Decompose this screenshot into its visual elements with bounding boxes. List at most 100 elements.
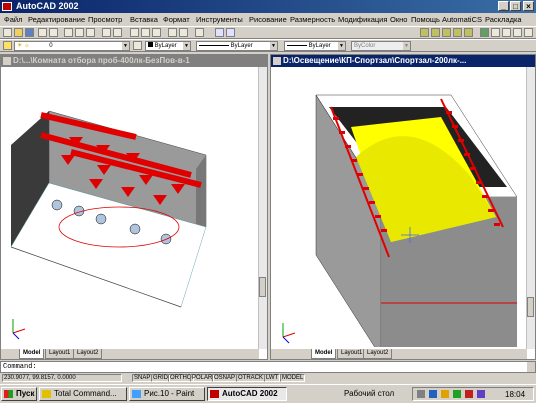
menu-automatics[interactable]: AutomatiCS (442, 15, 482, 24)
minimize-button[interactable]: _ (498, 1, 509, 11)
hidden-icon[interactable] (442, 28, 451, 37)
tab-layout1[interactable]: Layout1 (45, 349, 75, 359)
cube-icon[interactable] (420, 28, 429, 37)
coordinates-readout[interactable]: 230.9077, 99.8157, 0.0000 (2, 374, 122, 382)
preview-icon[interactable] (49, 28, 58, 37)
right-window-title-bar[interactable]: D:\Освещение\КП-Спортзал\Спортзал-200лк-… (271, 55, 535, 67)
wireframe-icon[interactable] (431, 28, 440, 37)
taskbar-item-autocad[interactable]: AutoCAD 2002 (207, 387, 287, 401)
left-viewport[interactable] (1, 67, 259, 347)
tab-layout2[interactable]: Layout2 (363, 349, 393, 359)
right-viewport[interactable] (271, 67, 527, 347)
make-current-icon[interactable] (133, 41, 142, 50)
menu-insert[interactable]: Вставка (130, 15, 158, 24)
tab-model[interactable]: Model (311, 349, 337, 359)
plotstyle-value: ByColor (354, 43, 376, 49)
menu-layout[interactable]: Раскладка (485, 15, 522, 24)
color-combo[interactable]: ByLayer ▼ (145, 41, 191, 51)
view-iso-icon[interactable] (513, 28, 522, 37)
help-icon[interactable] (195, 28, 204, 37)
zoom-icon[interactable] (141, 28, 150, 37)
tab-layout2[interactable]: Layout2 (73, 349, 103, 359)
taskbar-item-paint[interactable]: Рис.10 - Paint (129, 387, 205, 401)
open-icon[interactable] (14, 28, 23, 37)
menu-format[interactable]: Формат (163, 15, 190, 24)
lineweight-combo[interactable]: ByLayer ▼ (284, 41, 346, 51)
flat-shade-icon[interactable] (453, 28, 462, 37)
tray-icon-c[interactable] (441, 390, 449, 398)
left-window-title-bar[interactable]: D:\...\Комната отбора проб-400лк-БезПов-… (1, 55, 267, 67)
view-top-icon[interactable] (502, 28, 511, 37)
cut-icon[interactable] (64, 28, 73, 37)
linetype-combo[interactable]: ByLayer ▼ (196, 41, 278, 51)
polar-toggle[interactable]: POLAR (190, 374, 215, 382)
command-line[interactable]: Command: (0, 361, 536, 373)
command-scrollbar[interactable] (527, 362, 535, 372)
menu-window[interactable]: Окно (390, 15, 407, 24)
close-button[interactable]: × (523, 1, 534, 11)
tray-icon-a[interactable] (417, 390, 425, 398)
menu-file[interactable]: Файл (4, 15, 22, 24)
save-icon[interactable] (25, 28, 34, 37)
gouraud-shade-icon[interactable] (464, 28, 473, 37)
menu-draw[interactable]: Рисование (249, 15, 287, 24)
pan-icon[interactable] (130, 28, 139, 37)
sun-icon: ☼ (24, 43, 30, 49)
ucs-icon (12, 319, 26, 340)
orbit-icon[interactable] (480, 28, 489, 37)
paste-icon[interactable] (86, 28, 95, 37)
layer-value: 0 (49, 43, 53, 49)
chevron-down-icon: ▼ (183, 42, 190, 50)
left-drawing-window[interactable]: D:\...\Комната отбора проб-400лк-БезПов-… (0, 54, 268, 360)
zoom-window-icon[interactable] (152, 28, 161, 37)
shade-icon[interactable] (226, 28, 235, 37)
plotstyle-combo[interactable]: ByColor ▼ (351, 41, 411, 51)
redo-icon[interactable] (113, 28, 122, 37)
layers-icon[interactable] (3, 41, 12, 50)
lwt-toggle[interactable]: LWT (264, 374, 281, 382)
menu-help[interactable]: Помощь (411, 15, 440, 24)
drawing-icon (3, 57, 11, 65)
windows-taskbar: Пуск Total Command... Рис.10 - Paint Aut… (0, 384, 536, 403)
undo-icon[interactable] (102, 28, 111, 37)
menu-dimension[interactable]: Размерность (290, 15, 335, 24)
right-vertical-scrollbar[interactable] (526, 67, 535, 349)
scroll-thumb[interactable] (527, 297, 534, 317)
menu-tools[interactable]: Инструменты (196, 15, 243, 24)
ucs-icon (282, 323, 296, 344)
snap-toggle[interactable]: SNAP (132, 374, 153, 382)
taskbar-item-total-commander[interactable]: Total Command... (39, 387, 127, 401)
view-side-icon[interactable] (524, 28, 533, 37)
tab-layout1[interactable]: Layout1 (337, 349, 367, 359)
right-window-title: D:\Освещение\КП-Спортзал\Спортзал-200лк-… (283, 56, 467, 65)
right-drawing-window[interactable]: D:\Освещение\КП-Спортзал\Спортзал-200лк-… (270, 54, 536, 360)
maximize-button[interactable]: □ (510, 1, 521, 11)
paint-icon (132, 390, 141, 398)
tray-icon-d[interactable] (453, 390, 461, 398)
tray-icon-e[interactable] (465, 390, 473, 398)
menu-edit[interactable]: Редактирование (28, 15, 85, 24)
clock[interactable]: 18:04 (505, 390, 525, 399)
desktop-label[interactable]: Рабочий стол (344, 389, 394, 398)
tab-model[interactable]: Model (19, 349, 45, 359)
menu-modify[interactable]: Модификация (338, 15, 387, 24)
system-tray: 18:04 (412, 387, 534, 401)
start-button[interactable]: Пуск (1, 387, 37, 401)
new-icon[interactable] (3, 28, 12, 37)
view-front-icon[interactable] (491, 28, 500, 37)
tray-icon-f[interactable] (477, 390, 485, 398)
print-icon[interactable] (38, 28, 47, 37)
designcenter-icon[interactable] (179, 28, 188, 37)
model-toggle[interactable]: MODEL (280, 374, 306, 382)
start-label: Пуск (16, 389, 35, 398)
properties-icon[interactable] (168, 28, 177, 37)
menu-view[interactable]: Просмотр (88, 15, 122, 24)
render-icon[interactable] (215, 28, 224, 37)
left-vertical-scrollbar[interactable] (258, 67, 267, 349)
copy-icon[interactable] (75, 28, 84, 37)
tray-icon-b[interactable] (429, 390, 437, 398)
scroll-thumb[interactable] (259, 277, 266, 297)
osnap-toggle[interactable]: OSNAP (212, 374, 238, 382)
layer-combo[interactable]: ☀ ☼ 0 ▼ (14, 41, 130, 51)
otrack-toggle[interactable]: OTRACK (236, 374, 266, 382)
